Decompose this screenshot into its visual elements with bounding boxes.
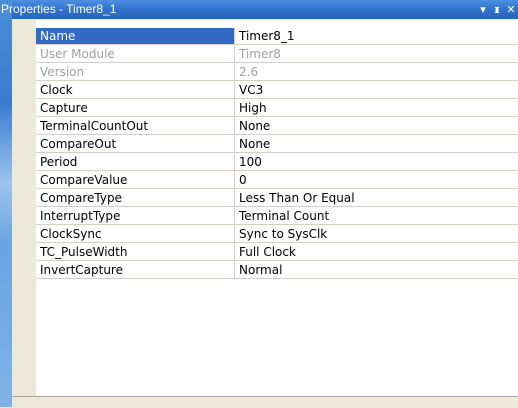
grid-gutter-bottom xyxy=(12,280,36,396)
row-gutter xyxy=(12,190,36,208)
row-gutter xyxy=(12,64,36,82)
row-gutter xyxy=(12,244,36,262)
panel-title: Properties - Timer8_1 xyxy=(1,2,117,16)
property-name[interactable]: ClockSync xyxy=(36,226,235,243)
property-row-terminal-count-out[interactable]: TerminalCountOut None xyxy=(12,118,518,136)
property-name[interactable]: InterruptType xyxy=(36,208,235,225)
property-row-version: Version 2.6 xyxy=(12,64,518,82)
property-name[interactable]: TerminalCountOut xyxy=(36,118,235,135)
property-name[interactable]: CompareType xyxy=(36,190,235,207)
property-row-interrupt-type[interactable]: InterruptType Terminal Count xyxy=(12,208,518,226)
property-name[interactable]: CompareOut xyxy=(36,136,235,153)
property-row-capture[interactable]: Capture High xyxy=(12,100,518,118)
property-row-compare-value[interactable]: CompareValue 0 xyxy=(12,172,518,190)
description-pane xyxy=(12,396,518,408)
property-value[interactable]: 100 xyxy=(235,154,518,171)
property-row-clock-sync[interactable]: ClockSync Sync to SysClk xyxy=(12,226,518,244)
property-value[interactable]: Less Than Or Equal xyxy=(235,190,518,207)
property-grid: Name Timer8_1 User Module Timer8 Version… xyxy=(12,20,518,396)
property-row-tc-pulse-width[interactable]: TC_PulseWidth Full Clock xyxy=(12,244,518,262)
row-gutter xyxy=(12,118,36,136)
property-row-clock[interactable]: Clock VC3 xyxy=(12,82,518,100)
desktop-background-strip xyxy=(0,0,12,407)
row-gutter xyxy=(12,82,36,100)
property-row-compare-out[interactable]: CompareOut None xyxy=(12,136,518,154)
dropdown-arrow-icon[interactable]: ▾ xyxy=(477,0,489,19)
property-name[interactable]: Capture xyxy=(36,100,235,117)
property-value: Timer8 xyxy=(235,46,518,63)
property-name[interactable]: Period xyxy=(36,154,235,171)
property-name[interactable]: InvertCapture xyxy=(36,262,235,279)
row-gutter xyxy=(12,154,36,172)
close-icon[interactable]: ✕ xyxy=(505,0,517,19)
grid-gutter-top xyxy=(12,20,36,28)
row-gutter xyxy=(12,226,36,244)
row-gutter xyxy=(12,28,36,46)
property-row-period[interactable]: Period 100 xyxy=(12,154,518,172)
property-value[interactable]: Sync to SysClk xyxy=(235,226,518,243)
property-value[interactable]: High xyxy=(235,100,518,117)
panel-title-bar[interactable]: Properties - Timer8_1 ▾ ᵻ ✕ xyxy=(1,0,518,19)
property-name: User Module xyxy=(36,46,235,63)
property-value[interactable]: Full Clock xyxy=(235,244,518,261)
property-name[interactable]: Name xyxy=(36,28,235,45)
property-value[interactable]: Timer8_1 xyxy=(235,28,518,45)
row-gutter xyxy=(12,262,36,280)
row-gutter xyxy=(12,136,36,154)
property-name[interactable]: TC_PulseWidth xyxy=(36,244,235,261)
row-gutter xyxy=(12,172,36,190)
property-row-compare-type[interactable]: CompareType Less Than Or Equal xyxy=(12,190,518,208)
property-value[interactable]: Terminal Count xyxy=(235,208,518,225)
property-value: 2.6 xyxy=(235,64,518,81)
properties-panel: Properties - Timer8_1 ▾ ᵻ ✕ Name Timer8_… xyxy=(1,0,518,408)
property-value[interactable]: 0 xyxy=(235,172,518,189)
property-row-invert-capture[interactable]: InvertCapture Normal xyxy=(12,262,518,280)
property-value[interactable]: VC3 xyxy=(235,82,518,99)
pin-icon[interactable]: ᵻ xyxy=(491,0,503,19)
row-gutter xyxy=(12,46,36,64)
property-value[interactable]: Normal xyxy=(235,262,518,279)
property-value[interactable]: None xyxy=(235,118,518,135)
property-name[interactable]: CompareValue xyxy=(36,172,235,189)
property-value[interactable]: None xyxy=(235,136,518,153)
row-gutter xyxy=(12,208,36,226)
property-row-user-module: User Module Timer8 xyxy=(12,46,518,64)
row-gutter xyxy=(12,100,36,118)
property-row-name[interactable]: Name Timer8_1 xyxy=(12,28,518,46)
property-name[interactable]: Clock xyxy=(36,82,235,99)
property-name: Version xyxy=(36,64,235,81)
